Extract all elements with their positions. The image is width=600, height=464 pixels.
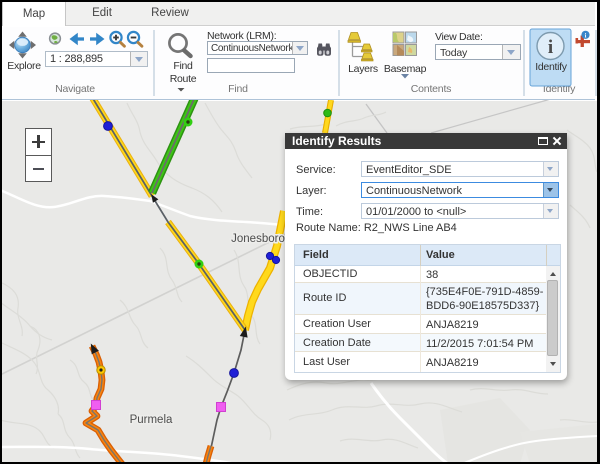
svg-text:i: i [548,37,553,58]
svg-text:i: i [585,33,587,40]
svg-text:Jonesboro: Jonesboro [231,233,285,245]
svg-text:Purmela: Purmela [130,414,173,426]
